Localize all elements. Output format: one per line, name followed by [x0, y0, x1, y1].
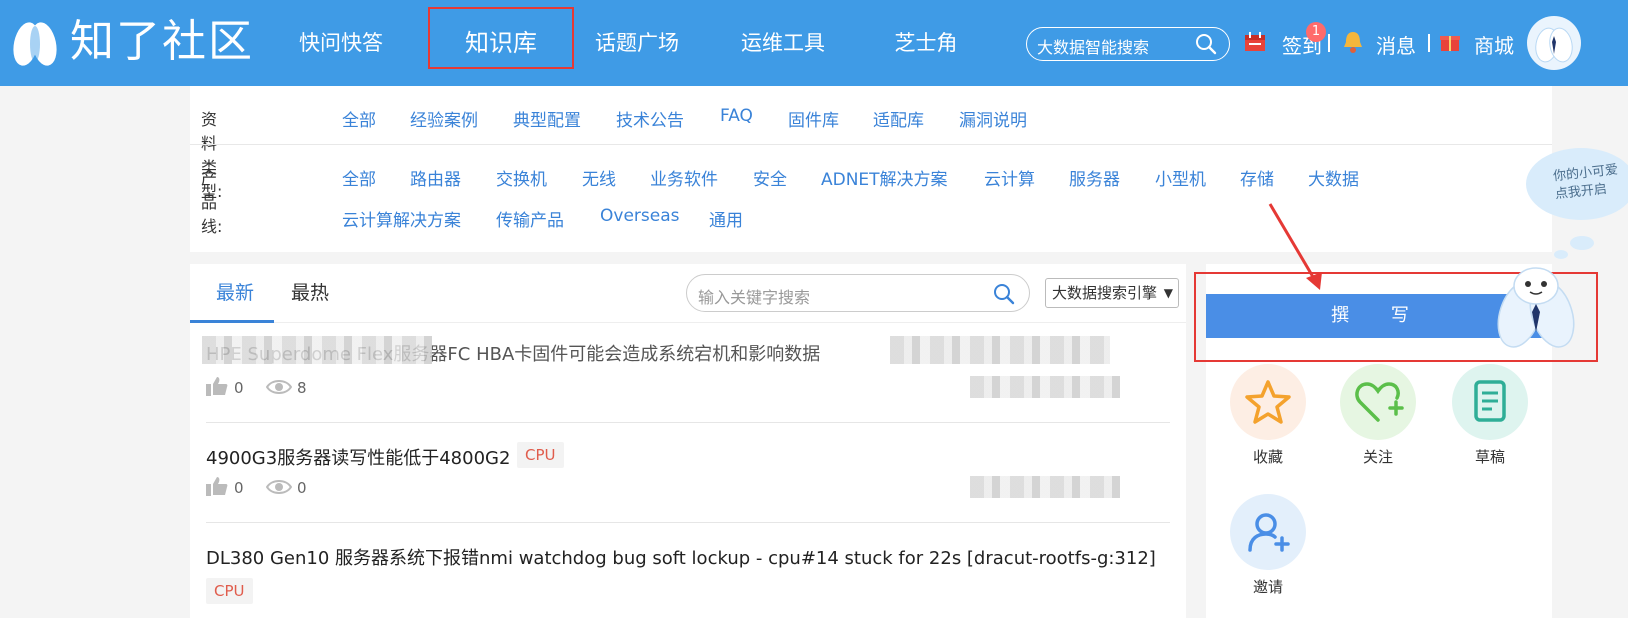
header-search-placeholder: 大数据智能搜索: [1037, 38, 1150, 57]
draft-circle: [1452, 364, 1528, 440]
article-tag[interactable]: CPU: [517, 442, 564, 468]
filter-divider: [190, 144, 1552, 145]
mascot-speech-bubble[interactable]: 你的小可爱 点我开启: [1526, 148, 1628, 220]
view-count: 0: [297, 479, 307, 497]
product-storage[interactable]: 存储: [1240, 165, 1274, 190]
product-adnet[interactable]: ADNET解决方案: [821, 165, 948, 190]
add-user-icon: [1248, 513, 1290, 552]
product-server[interactable]: 服务器: [1069, 165, 1120, 190]
tab-bar-line: [190, 322, 1186, 323]
favorite-label: 收藏: [1252, 448, 1283, 466]
calendar-icon: [1245, 32, 1265, 51]
article-list-panel: 最新 最热 输入关键字搜索 大数据搜索引擎 ▼ HPE Superdome Fl…: [190, 264, 1186, 618]
annotation-arrow: [1268, 203, 1322, 290]
cicada-logo-icon: [13, 22, 57, 66]
row-divider: [206, 422, 1170, 423]
product-cloud-solution[interactable]: 云计算解决方案: [342, 206, 461, 231]
type-faq[interactable]: FAQ: [720, 106, 753, 126]
product-switch[interactable]: 交换机: [496, 165, 547, 190]
draft-label: 草稿: [1474, 448, 1505, 466]
type-typical-config[interactable]: 典型配置: [513, 106, 581, 131]
type-firmware[interactable]: 固件库: [788, 106, 839, 131]
bubble-dot: [1570, 236, 1594, 250]
bell-icon: [1344, 32, 1362, 53]
mascot-bubble-text: 你的小可爱 点我开启: [1552, 162, 1619, 203]
type-experience-case[interactable]: 经验案例: [410, 106, 478, 131]
product-all[interactable]: 全部: [342, 165, 376, 190]
blurred-date: [970, 476, 1120, 498]
search-engine-value: 大数据搜索引擎: [1052, 284, 1158, 302]
nav-highlight-box: [428, 7, 574, 69]
follow-label: 关注: [1362, 448, 1393, 466]
product-bigdata[interactable]: 大数据: [1308, 165, 1359, 190]
product-minicomputer[interactable]: 小型机: [1155, 165, 1206, 190]
article-title[interactable]: 4900G3服务器读写性能低于4800G2: [206, 444, 510, 470]
chevron-down-icon: ▼: [1163, 286, 1173, 300]
nav-ops-tools[interactable]: 运维工具: [736, 0, 830, 86]
star-icon: [1245, 380, 1291, 424]
gift-icon: [1440, 36, 1460, 51]
heart-plus-icon: [1355, 382, 1404, 422]
like-count: 0: [234, 479, 244, 497]
nav-quick-qa[interactable]: 快问快答: [296, 0, 386, 86]
tab-latest[interactable]: 最新: [216, 278, 254, 305]
article-title[interactable]: DL380 Gen10 服务器系统下报错nmi watchdog bug sof…: [206, 544, 1156, 570]
thumb-up-icon[interactable]: [206, 476, 228, 496]
favorite-action[interactable]: 收藏: [1230, 364, 1306, 467]
filter-panel: 资料类型: 全部 经验案例 典型配置 技术公告 FAQ 固件库 适配库 漏洞说明…: [190, 86, 1552, 252]
view-count: 8: [297, 379, 307, 397]
like-count: 0: [234, 379, 244, 397]
messages-link[interactable]: 消息: [1376, 30, 1416, 59]
signin-badge: 1: [1306, 22, 1326, 42]
type-adapter[interactable]: 适配库: [873, 106, 924, 131]
eye-icon: [266, 480, 292, 494]
header-divider: [1328, 34, 1330, 52]
invite-label: 邀请: [1252, 578, 1283, 596]
type-all[interactable]: 全部: [342, 106, 376, 131]
document-icon: [1474, 380, 1506, 422]
product-business-software[interactable]: 业务软件: [650, 165, 718, 190]
follow-circle: [1340, 364, 1416, 440]
eye-icon: [266, 380, 292, 394]
product-transmission[interactable]: 传输产品: [496, 206, 564, 231]
thumb-up-icon[interactable]: [206, 376, 228, 396]
active-tab-indicator: [190, 320, 274, 323]
blurred-region: [202, 336, 432, 364]
row-divider: [206, 522, 1170, 523]
follow-action[interactable]: 关注: [1340, 364, 1416, 467]
product-overseas[interactable]: Overseas: [600, 206, 679, 226]
header-divider: [1428, 34, 1430, 52]
search-icon[interactable]: [1195, 33, 1217, 55]
product-router[interactable]: 路由器: [410, 165, 461, 190]
search-engine-select[interactable]: 大数据搜索引擎 ▼: [1045, 278, 1179, 308]
avatar-icon: [1535, 27, 1573, 63]
blurred-date: [970, 376, 1120, 398]
article-tag[interactable]: CPU: [206, 578, 253, 604]
mall-link[interactable]: 商城: [1474, 30, 1514, 59]
blurred-region: [890, 336, 1110, 364]
user-avatar[interactable]: [1527, 16, 1581, 70]
mascot-cicada-icon[interactable]: [1494, 258, 1578, 354]
product-cloud[interactable]: 云计算: [984, 165, 1035, 190]
nav-cheese-corner[interactable]: 芝士角: [890, 0, 962, 86]
top-header: 知了社区 快问快答 知识库 话题广场 运维工具 芝士角 大数据智能搜索 签到 1…: [0, 0, 1628, 86]
product-general[interactable]: 通用: [709, 206, 743, 231]
header-search-input[interactable]: 大数据智能搜索: [1026, 27, 1230, 61]
logo-text: 知了社区: [70, 16, 254, 67]
draft-action[interactable]: 草稿: [1452, 364, 1528, 467]
site-logo[interactable]: 知了社区: [12, 14, 254, 70]
type-vulnerability[interactable]: 漏洞说明: [959, 106, 1027, 131]
tab-hottest[interactable]: 最热: [291, 278, 329, 305]
search-icon[interactable]: [993, 283, 1015, 305]
keyword-search-input[interactable]: 输入关键字搜索: [686, 274, 1030, 312]
product-security[interactable]: 安全: [753, 165, 787, 190]
keyword-search-placeholder: 输入关键字搜索: [698, 288, 811, 307]
favorite-circle: [1230, 364, 1306, 440]
product-filter-label: 产品线:: [201, 169, 223, 236]
nav-topic-square[interactable]: 话题广场: [590, 0, 684, 86]
product-wireless[interactable]: 无线: [582, 165, 616, 190]
invite-circle: [1230, 494, 1306, 570]
invite-action[interactable]: 邀请: [1230, 494, 1306, 597]
type-tech-notice[interactable]: 技术公告: [616, 106, 684, 131]
